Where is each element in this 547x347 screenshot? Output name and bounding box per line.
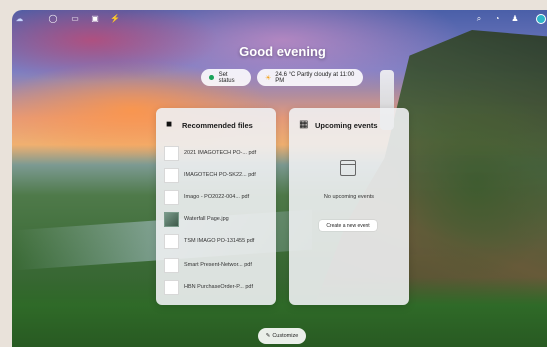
desktop-background — [12, 10, 547, 347]
file-item[interactable]: Imago - PO2022-004... pdf — [164, 188, 269, 206]
weather-pill[interactable]: ☀ 24.6 °C Partly cloudy at 11:00 PM — [257, 69, 363, 86]
contacts-icon[interactable]: ♟ — [510, 14, 520, 24]
file-item[interactable]: TSM IMAGO PO-131455 pdf — [164, 232, 269, 250]
image-thumbnail-icon — [164, 211, 179, 227]
file-item[interactable]: Smart Present-Networ... pdf — [164, 256, 269, 274]
notifications-icon[interactable]: ◔ — [492, 14, 502, 24]
customize-button[interactable]: ✎ Customize — [258, 328, 306, 344]
circle-icon[interactable]: ◯ — [48, 14, 58, 24]
file-item[interactable]: Waterfall Page.jpg — [164, 210, 269, 228]
create-event-button[interactable]: Create a new event — [319, 220, 377, 231]
files-icon[interactable]: ▭ — [70, 14, 80, 24]
customize-label: Customize — [272, 333, 299, 339]
document-thumbnail-icon — [164, 167, 179, 183]
no-events-text: No upcoming events — [323, 194, 375, 200]
greeting-heading: Good evening — [239, 44, 326, 59]
search-icon[interactable]: ⌕ — [474, 14, 484, 24]
document-thumbnail-icon — [164, 279, 179, 295]
document-thumbnail-icon — [164, 233, 179, 249]
upcoming-events-card: ▦ Upcoming events No upcoming events Cre… — [289, 108, 409, 305]
upcoming-events-title: Upcoming events — [315, 121, 378, 130]
file-item[interactable]: HBN PurchaseOrder-P... pdf — [164, 278, 269, 296]
empty-calendar-icon — [340, 160, 356, 176]
calendar-icon: ▦ — [299, 119, 309, 130]
status-dot-icon — [209, 75, 214, 80]
pencil-icon: ✎ — [265, 333, 271, 339]
avatar[interactable] — [536, 14, 546, 24]
set-status-label: Set status — [218, 71, 235, 84]
activity-icon[interactable]: ⚡ — [110, 14, 120, 24]
document-thumbnail-icon — [164, 257, 179, 273]
file-item[interactable]: IMAGOTECH PO-SK22... pdf — [164, 166, 269, 184]
file-item[interactable]: 2021 IMAGOTECH PO-... pdf — [164, 144, 269, 162]
photos-icon[interactable]: ▣ — [90, 14, 100, 24]
folder-icon: ■ — [166, 119, 173, 130]
recommended-files-title: Recommended files — [182, 121, 253, 130]
set-status-button[interactable]: Set status — [201, 69, 251, 86]
document-thumbnail-icon — [164, 189, 179, 205]
partly-cloudy-icon: ☀ — [265, 74, 272, 82]
weather-text: 24.6 °C Partly cloudy at 11:00 PM — [275, 71, 355, 84]
recommended-files-card: ■ Recommended files 2021 IMAGOTECH PO-..… — [156, 108, 276, 305]
top-bar: ☁ ◯ ▭ ▣ ⚡ ⌕ ◔ ♟ — [12, 10, 547, 28]
app-logo[interactable]: ☁ — [16, 15, 38, 23]
document-thumbnail-icon — [164, 145, 179, 161]
